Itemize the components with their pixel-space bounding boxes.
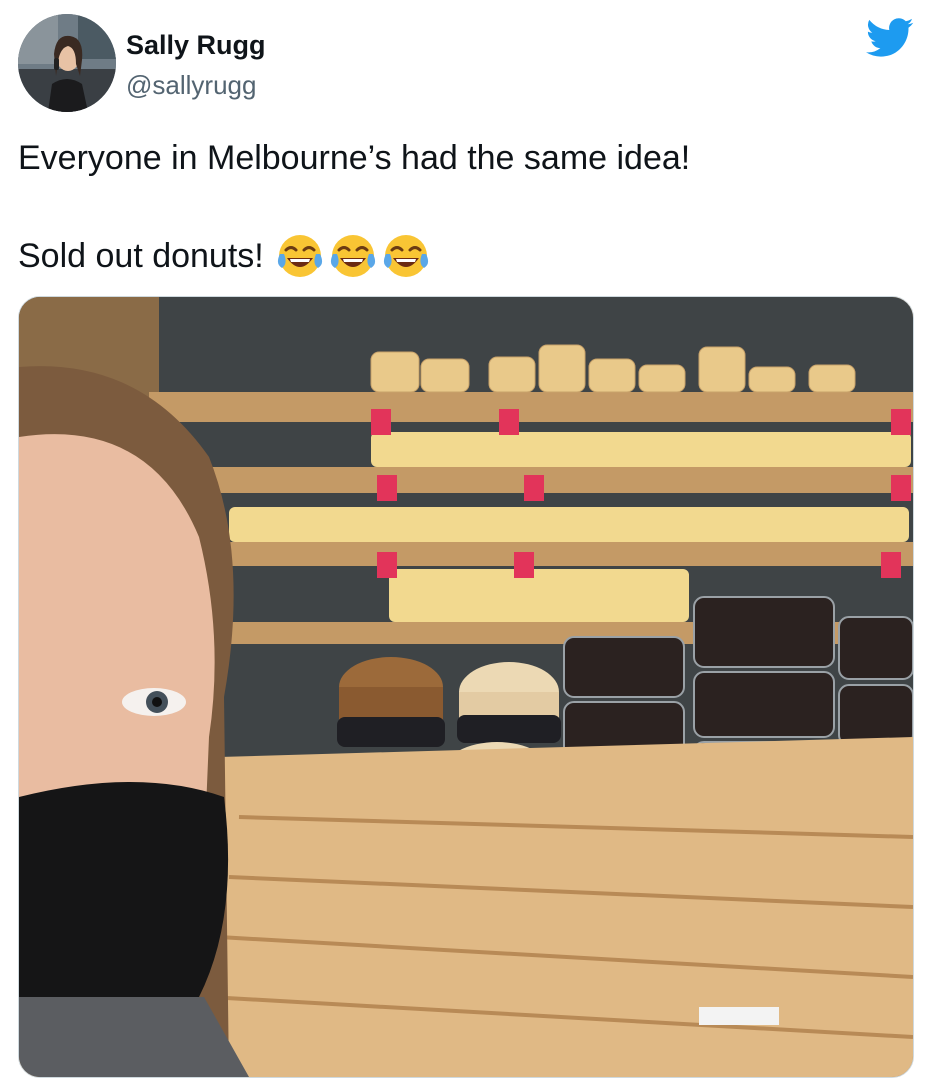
laughing-tears-emoji-icon <box>329 232 377 280</box>
tweet-text-line-2-label: Sold out donuts! <box>18 237 264 275</box>
avatar[interactable] <box>18 14 116 112</box>
bakery-shelf-selfie-image <box>19 297 913 1077</box>
author-handle[interactable]: @sallyrugg <box>126 70 256 101</box>
tweet-text-line-2: Sold out donuts! <box>18 232 430 280</box>
author-name[interactable]: Sally Rugg <box>126 30 266 61</box>
avatar-photo <box>18 14 116 112</box>
laughing-tears-emoji-icon <box>276 232 324 280</box>
tweet-photo[interactable] <box>18 296 914 1078</box>
twitter-bird-icon[interactable] <box>866 18 914 58</box>
laughing-tears-emoji-icon <box>382 232 430 280</box>
tweet-text-line-1: Everyone in Melbourne’s had the same ide… <box>18 139 691 177</box>
